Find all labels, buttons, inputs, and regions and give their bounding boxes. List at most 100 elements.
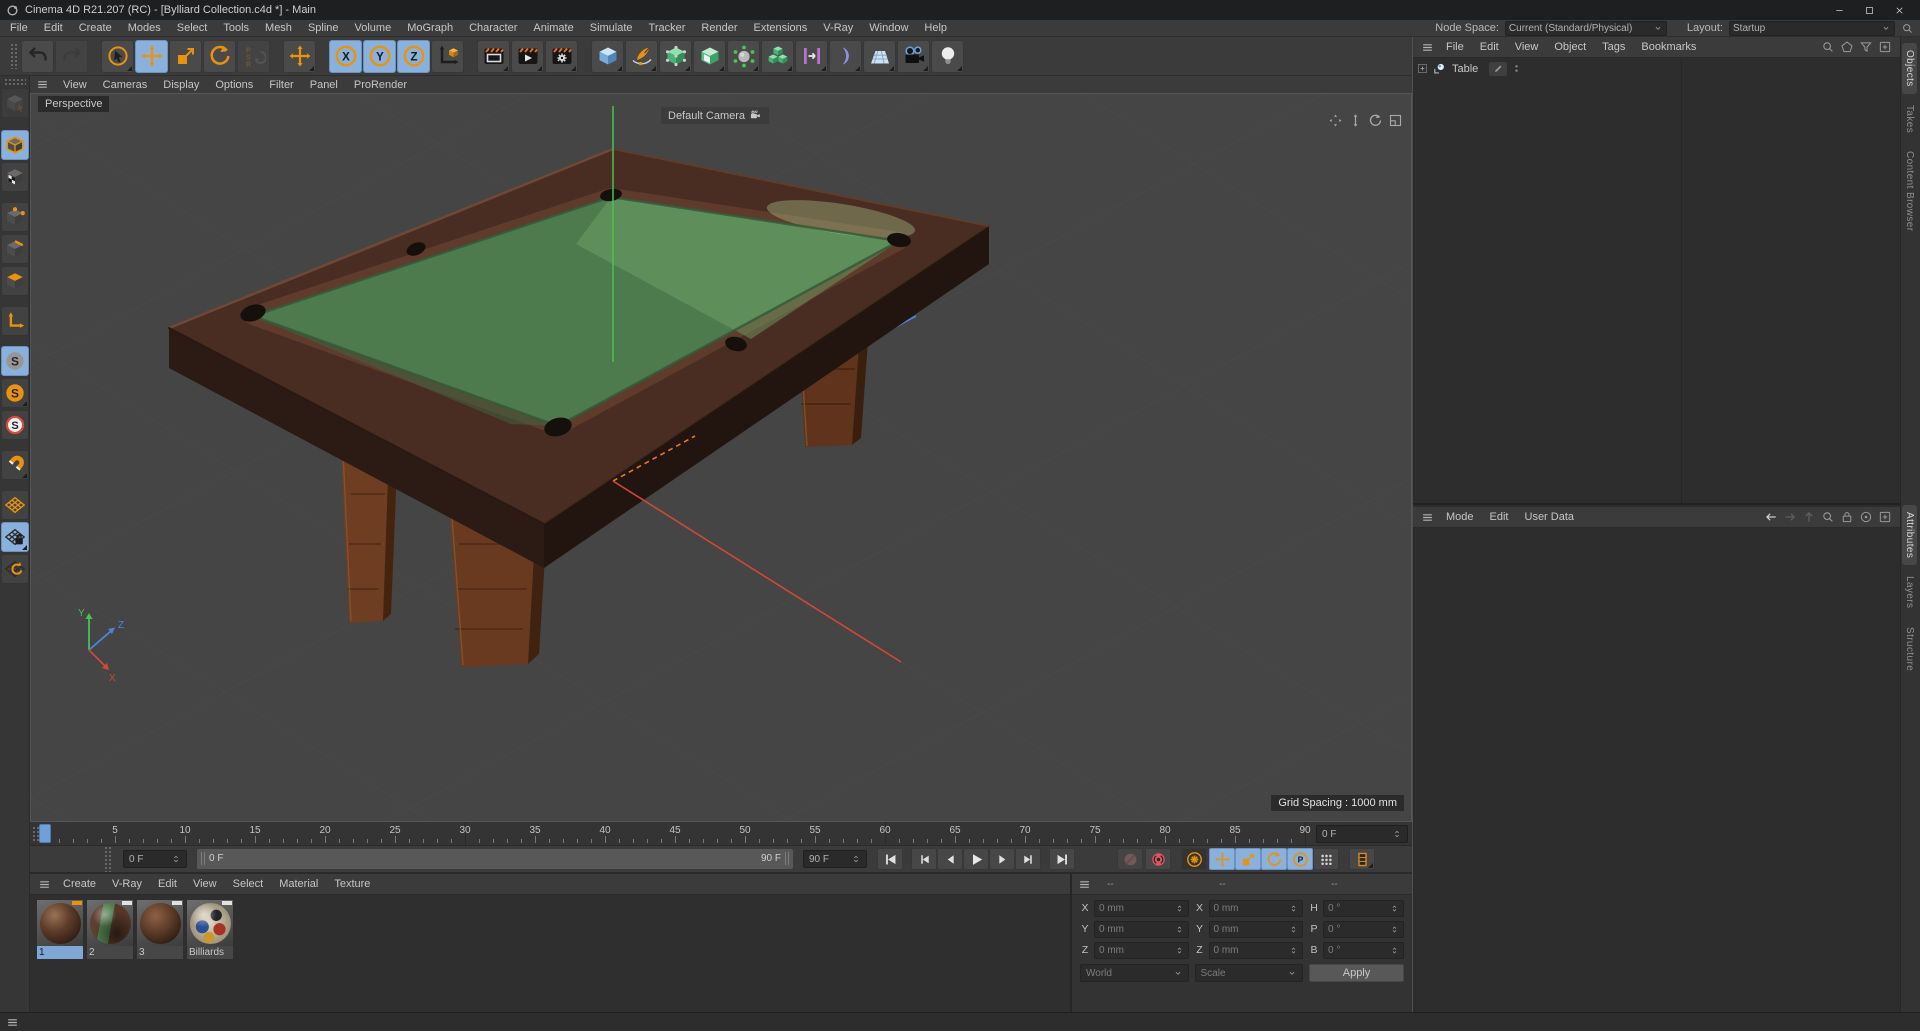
material-menu-edit[interactable]: Edit	[150, 877, 185, 891]
spinner-arrows-icon[interactable]	[1390, 925, 1399, 934]
light-button[interactable]	[931, 39, 964, 73]
goto-previous-frame-button[interactable]	[937, 848, 963, 870]
spinner-arrows-icon[interactable]	[851, 854, 861, 864]
camera-label[interactable]: Default Camera	[661, 107, 770, 124]
hamburger-icon[interactable]	[6, 1016, 19, 1029]
material-menu-v-ray[interactable]: V-Ray	[104, 877, 150, 891]
attribute-menu-edit[interactable]: Edit	[1482, 510, 1517, 524]
menu-mesh[interactable]: Mesh	[257, 21, 300, 35]
tab-structure[interactable]: Structure	[1902, 620, 1917, 678]
target-icon[interactable]	[1859, 510, 1873, 524]
auto-snap-button[interactable]: S	[1, 410, 29, 440]
menu-edit[interactable]: Edit	[36, 21, 71, 35]
viewport-menu-options[interactable]: Options	[207, 78, 261, 92]
position-x-field[interactable]: 0 mm	[1094, 899, 1189, 917]
nav-max-icon[interactable]	[1388, 113, 1403, 128]
material-thumbnail[interactable]	[87, 900, 133, 946]
spinner-arrows-icon[interactable]	[1175, 946, 1184, 955]
tab-objects[interactable]: Objects	[1902, 43, 1917, 94]
viewport-menu-display[interactable]: Display	[155, 78, 207, 92]
nav-rotate-icon[interactable]	[1368, 113, 1383, 128]
timeline-range-slider[interactable]: 0 F 90 F	[197, 849, 793, 869]
omni-move-button[interactable]	[283, 39, 316, 73]
range-end-handle[interactable]	[785, 852, 789, 865]
object-edit-toggle[interactable]	[1489, 61, 1508, 76]
viewport-menu-filter[interactable]: Filter	[261, 78, 301, 92]
enable-snap-button[interactable]: S	[1, 346, 29, 376]
play-forward-button[interactable]	[963, 848, 989, 870]
material-label[interactable]: 1	[37, 946, 83, 959]
menu-create[interactable]: Create	[71, 21, 120, 35]
goto-start-button[interactable]	[877, 848, 903, 870]
key-rotation-button[interactable]	[1261, 848, 1287, 870]
funnel-icon[interactable]	[1859, 40, 1873, 54]
object-menu-tags[interactable]: Tags	[1594, 40, 1633, 54]
object-name[interactable]: Table	[1450, 63, 1480, 75]
hamburger-icon[interactable]	[1421, 41, 1434, 54]
ruler-grip[interactable]	[32, 826, 39, 842]
menu-window[interactable]: Window	[861, 21, 916, 35]
menu-help[interactable]: Help	[916, 21, 955, 35]
spline-arrange-button[interactable]	[795, 39, 828, 73]
goto-next-key-button[interactable]	[1015, 848, 1041, 870]
layout-select[interactable]: Startup	[1729, 20, 1895, 36]
current-frame-field[interactable]: 0 F	[123, 850, 187, 868]
object-menu-bookmarks[interactable]: Bookmarks	[1633, 40, 1704, 54]
subdivision-surface-button[interactable]	[659, 39, 692, 73]
magnet-tool-button[interactable]	[1, 450, 29, 480]
spinner-arrows-icon[interactable]	[1175, 904, 1184, 913]
arrow-right-icon[interactable]	[1783, 510, 1797, 524]
workplane-button[interactable]	[1, 490, 29, 520]
menu-volume[interactable]: Volume	[347, 21, 400, 35]
arrow-up-icon[interactable]	[1802, 510, 1816, 524]
key-pla-button[interactable]	[1313, 848, 1339, 870]
object-menu-edit[interactable]: Edit	[1472, 40, 1507, 54]
menu-v-ray[interactable]: V-Ray	[815, 21, 861, 35]
material-label[interactable]: 3	[137, 946, 183, 959]
viewport-menu-prorender[interactable]: ProRender	[346, 78, 415, 92]
material-menu-material[interactable]: Material	[271, 877, 326, 891]
render-view-button[interactable]	[477, 39, 510, 73]
hamburger-icon[interactable]	[1421, 511, 1434, 524]
position-z-field[interactable]: 0 mm	[1094, 941, 1189, 959]
material-thumbnail[interactable]	[37, 900, 83, 946]
material-label[interactable]: Billiards	[187, 946, 233, 959]
spinner-arrows-icon[interactable]	[1390, 904, 1399, 913]
view-label[interactable]: Perspective	[38, 96, 110, 112]
menu-character[interactable]: Character	[461, 21, 525, 35]
scale-space-select[interactable]: Scale	[1194, 964, 1304, 982]
undo-button[interactable]	[21, 39, 54, 73]
minimal-timeline-button[interactable]	[1349, 848, 1375, 870]
spinner-arrows-icon[interactable]	[1289, 946, 1298, 955]
lock-icon[interactable]	[1840, 510, 1854, 524]
key-scale-button[interactable]	[1235, 848, 1261, 870]
spinner-arrows-icon[interactable]	[1289, 925, 1298, 934]
range-start-handle[interactable]	[201, 852, 205, 865]
material-thumbnail[interactable]	[187, 900, 233, 946]
lock-workplane-button[interactable]	[1, 522, 29, 552]
hamburger-icon[interactable]	[36, 78, 49, 91]
goto-next-frame-button[interactable]	[989, 848, 1015, 870]
menu-select[interactable]: Select	[169, 21, 216, 35]
timeline-playhead[interactable]	[39, 824, 51, 843]
mograph-cloner-button[interactable]	[761, 39, 794, 73]
interactive-workplane-button[interactable]	[1, 554, 29, 584]
menu-tracker[interactable]: Tracker	[641, 21, 694, 35]
current-frame-spinner[interactable]: 0 F	[1316, 825, 1408, 843]
material-label[interactable]: 2	[87, 946, 133, 959]
axis-mode-button[interactable]	[1, 306, 29, 336]
position-space-select[interactable]: World	[1080, 964, 1189, 982]
render-settings-button[interactable]	[545, 39, 578, 73]
key-parameter-button[interactable]: P	[1287, 848, 1313, 870]
tab-attributes[interactable]: Attributes	[1902, 505, 1917, 566]
deformer-button[interactable]	[727, 39, 760, 73]
snap-settings-button[interactable]: S	[1, 378, 29, 408]
spinner-arrows-icon[interactable]	[1390, 946, 1399, 955]
tab-layers[interactable]: Layers	[1902, 569, 1917, 615]
rotation-b-field[interactable]: 0 °	[1323, 941, 1404, 959]
lock-z-axis-button[interactable]: Z	[397, 39, 430, 73]
search-icon[interactable]	[1901, 22, 1914, 35]
rotation-h-field[interactable]: 0 °	[1323, 899, 1404, 917]
material-menu-create[interactable]: Create	[55, 877, 104, 891]
lock-y-axis-button[interactable]: Y	[363, 39, 396, 73]
